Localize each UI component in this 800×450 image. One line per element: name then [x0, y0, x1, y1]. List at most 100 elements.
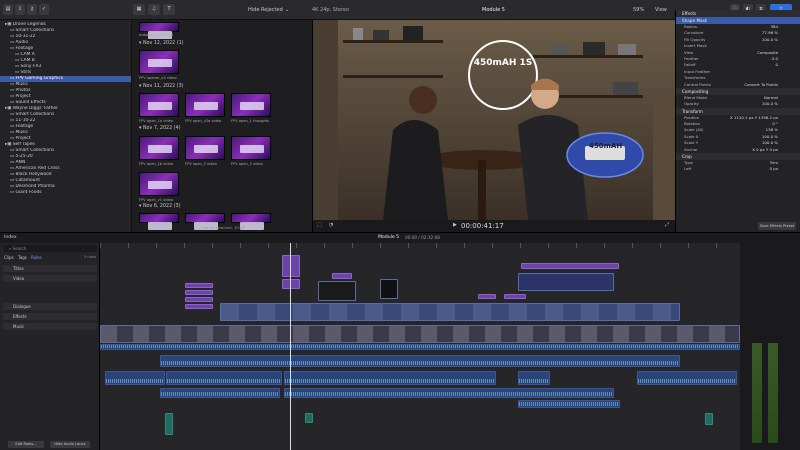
param-value[interactable]: 100.0 %	[762, 101, 778, 107]
param-value[interactable]: Convert To Points	[744, 82, 778, 88]
timeline-project-name[interactable]: Module 5	[378, 235, 399, 240]
title-clip[interactable]	[185, 283, 213, 288]
primary-storyline[interactable]	[100, 325, 740, 343]
browser-thumb[interactable]	[139, 93, 179, 117]
role-item[interactable]: Dialogue	[3, 303, 97, 310]
title-clip[interactable]	[185, 297, 213, 302]
audio-clip[interactable]	[705, 413, 713, 425]
tab-tags[interactable]: Tags	[18, 255, 27, 260]
viewer-project-title: Module 5	[482, 7, 505, 13]
inspector-row[interactable]: Opacity 100.0 %	[676, 101, 800, 107]
role-item[interactable]: Music	[3, 323, 97, 330]
thumb-label: unboxing_a6 dl.avi	[139, 33, 173, 37]
browser-thumb[interactable]	[231, 136, 271, 160]
title-clip[interactable]	[282, 279, 300, 289]
inspector-row[interactable]: Anchor X 0 px Y 0 px	[676, 147, 800, 153]
import-button[interactable]: ⇩	[15, 4, 25, 15]
audio-clip[interactable]	[305, 413, 313, 423]
role-item[interactable]: Video	[3, 275, 97, 282]
analyze-button[interactable]: ✓	[39, 4, 49, 15]
connected-video-clip[interactable]	[318, 281, 356, 301]
param-label: Transforms	[684, 75, 706, 81]
compositing-header[interactable]: Compositing	[676, 87, 800, 95]
format-label: 4K 24p, Stereo	[312, 7, 350, 13]
library-item[interactable]: ▭ Giant Foods	[0, 190, 131, 196]
primary-audio[interactable]	[100, 344, 740, 350]
date-group-header[interactable]: ▾ Nov 12, 2022 (1)	[139, 41, 184, 46]
title-clip[interactable]	[504, 294, 526, 299]
playhead[interactable]	[290, 243, 291, 450]
browser-thumb[interactable]	[185, 136, 225, 160]
audio-clip[interactable]	[637, 371, 737, 385]
audio-clip[interactable]	[160, 355, 680, 367]
library-item-label: Smart Collections	[15, 28, 55, 33]
audio-clip[interactable]	[284, 371, 496, 385]
inspector-row[interactable]: Control Points Convert To Points	[676, 82, 800, 88]
timeline-ruler[interactable]	[100, 243, 740, 248]
audio-clip[interactable]	[284, 388, 614, 398]
library-item-label: FPV Gaming Graphics	[15, 76, 64, 81]
hide-rejected-filter[interactable]: Hide Rejected	[248, 7, 283, 13]
date-group-header[interactable]: ▾ Nov 7, 2022 (4)	[139, 126, 180, 131]
index-button[interactable]: Index	[4, 235, 17, 240]
inspector-row[interactable]: Left 0 px	[676, 166, 800, 172]
color-board-icon[interactable]: ◔	[329, 222, 333, 228]
connected-video-strip[interactable]	[220, 303, 680, 321]
browser-thumb[interactable]	[185, 213, 225, 230]
keyword-button[interactable]: ⚷	[27, 4, 37, 15]
param-value[interactable]: 0 px	[770, 166, 778, 172]
effect-header[interactable]: Shape Mask	[676, 17, 800, 24]
title-clip[interactable]	[282, 255, 300, 277]
audio-clip[interactable]	[165, 413, 173, 435]
library-item-label: Sound Effects	[15, 100, 46, 105]
browser-thumb[interactable]	[139, 136, 179, 160]
browser-thumb[interactable]	[231, 93, 271, 117]
title-clip[interactable]	[478, 294, 496, 299]
browser-thumb-top[interactable]	[139, 22, 179, 39]
browser-thumb[interactable]	[139, 172, 179, 196]
play-icon[interactable]: ▶	[453, 222, 457, 228]
tab-roles[interactable]: Roles	[31, 255, 42, 260]
title-clip[interactable]	[185, 304, 213, 309]
crop-header[interactable]: Crop	[676, 153, 800, 161]
param-label: Curvature	[684, 30, 704, 36]
title-clip[interactable]	[332, 273, 352, 279]
thumb-label: FPV open_2 video	[185, 162, 217, 166]
connected-video-clip[interactable]	[380, 279, 398, 299]
view-menu[interactable]: View	[655, 7, 667, 13]
browser-thumb[interactable]	[139, 213, 179, 230]
hide-audio-lanes-button[interactable]: Hide Audio Lanes	[50, 441, 90, 448]
viewer[interactable]: 450mAH 1S 450mAH ⬚ ◔ ▶ 00:00:41:17 ⤢	[312, 20, 675, 232]
browser-thumb[interactable]	[139, 50, 179, 74]
browser-thumb[interactable]	[185, 93, 225, 117]
audio-clip[interactable]	[160, 388, 280, 398]
title-clip[interactable]	[521, 263, 619, 269]
audio-clip[interactable]	[518, 400, 620, 408]
titles-button[interactable]: T	[163, 4, 175, 15]
connected-video-clip[interactable]	[518, 273, 614, 291]
libraries-toggle-button[interactable]: ▤	[3, 4, 13, 15]
save-effects-preset-button[interactable]: Save Effects Preset	[758, 222, 796, 230]
zoom-menu[interactable]: 59%	[633, 7, 644, 13]
param-value[interactable]: X 0 px Y 0 px	[752, 147, 778, 153]
transform-tool-icon[interactable]: ⬚	[317, 222, 322, 228]
role-item[interactable]: Titles	[3, 265, 97, 272]
transform-header[interactable]: Transform	[676, 107, 800, 115]
param-label: Type	[684, 160, 693, 166]
fullscreen-icon[interactable]: ⤢	[665, 222, 669, 228]
role-item[interactable]: Effects	[3, 313, 97, 320]
date-group-header[interactable]: ▾ Nov 6, 2022 (3)	[139, 204, 180, 209]
tab-clips[interactable]: Clips	[4, 255, 14, 260]
timeline-tracks[interactable]	[100, 243, 740, 450]
photos-button[interactable]: ♫	[148, 4, 160, 15]
edit-roles-button[interactable]: Edit Roles...	[8, 441, 44, 448]
browser-toggle-button[interactable]: ▦	[133, 4, 145, 15]
title-clip[interactable]	[185, 290, 213, 295]
audio-clip[interactable]	[105, 371, 165, 385]
browser-thumb[interactable]	[231, 213, 271, 230]
index-search-field[interactable]: ⌕ Search	[3, 245, 97, 252]
date-group-header[interactable]: ▾ Nov 11, 2022 (3)	[139, 84, 184, 89]
param-label: Opacity	[684, 101, 699, 107]
audio-clip[interactable]	[518, 371, 550, 385]
audio-clip[interactable]	[166, 371, 282, 385]
